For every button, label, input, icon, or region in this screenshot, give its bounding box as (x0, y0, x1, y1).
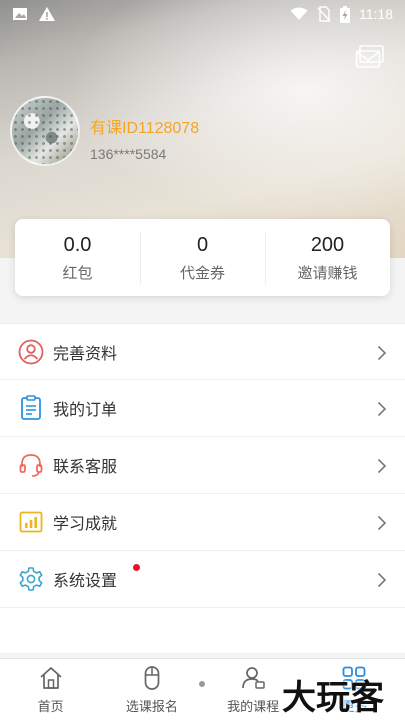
headset-icon (19, 454, 43, 477)
user-course-icon (242, 667, 265, 689)
menu-item-customer-service[interactable]: 联系客服 (0, 437, 405, 494)
menu-item-label: 我的订单 (53, 400, 118, 419)
chevron-right-icon (377, 572, 387, 588)
stat-red-packet[interactable]: 0.0 红包 (15, 219, 140, 296)
menu-item-label: 联系客服 (53, 457, 118, 476)
chevron-right-icon (377, 345, 387, 361)
menu-item-complete-profile[interactable]: 完善资料 (0, 323, 405, 380)
menu-spacer (0, 608, 405, 653)
settings-menu: 完善资料 我的订单 联系客服 学习成就 系统设置 (0, 323, 405, 653)
stat-invite-earn[interactable]: 200 邀请赚钱 (265, 219, 390, 296)
gear-icon (19, 567, 43, 591)
menu-item-label: 学习成就 (53, 514, 118, 533)
notification-badge (133, 564, 140, 571)
menu-item-my-orders[interactable]: 我的订单 (0, 380, 405, 437)
menu-item-label: 完善资料 (53, 343, 118, 363)
chevron-right-icon (377, 458, 387, 474)
stat-label: 红包 (62, 264, 93, 282)
status-bar: 11:18 (0, 0, 405, 28)
tab-label: 选课报名 (125, 700, 178, 715)
page-indicator-dot (199, 681, 205, 687)
stat-value: 0.0 (63, 234, 92, 256)
message-icon[interactable] (355, 45, 385, 69)
chart-icon (19, 511, 43, 533)
phone-number: 136****5584 (90, 146, 167, 162)
warning-icon (39, 7, 55, 21)
stat-value: 200 (310, 234, 345, 256)
stat-label: 代金券 (179, 264, 225, 282)
battery-charging-icon (340, 5, 350, 23)
tab-label: 我的课程 (227, 700, 280, 715)
tab-home[interactable]: 首页 (0, 659, 101, 720)
wifi-icon (290, 7, 308, 20)
home-icon (40, 667, 62, 689)
username: 有课ID1128078 (90, 120, 200, 137)
avatar[interactable] (10, 96, 80, 166)
no-sim-icon (317, 6, 331, 22)
order-list-icon (21, 395, 41, 420)
menu-item-system-settings[interactable]: 系统设置 (0, 551, 405, 608)
stat-voucher[interactable]: 0 代金券 (140, 219, 265, 296)
menu-item-achievements[interactable]: 学习成就 (0, 494, 405, 551)
chevron-right-icon (377, 515, 387, 531)
image-notification-icon (13, 8, 27, 20)
stats-card: 0.0 红包 0 代金券 200 邀请赚钱 (15, 219, 390, 296)
stat-value: 0 (196, 234, 209, 256)
status-time: 11:18 (359, 6, 393, 22)
tab-label: 首页 (37, 700, 64, 715)
watermark-text: 大玩客 (282, 678, 384, 718)
chevron-right-icon (377, 401, 387, 417)
menu-item-label: 系统设置 (53, 571, 118, 590)
stat-label: 邀请赚钱 (297, 264, 358, 282)
mouse-icon (144, 666, 160, 690)
tab-course-enroll[interactable]: 选课报名 (101, 659, 202, 720)
profile-edit-icon (18, 339, 44, 364)
